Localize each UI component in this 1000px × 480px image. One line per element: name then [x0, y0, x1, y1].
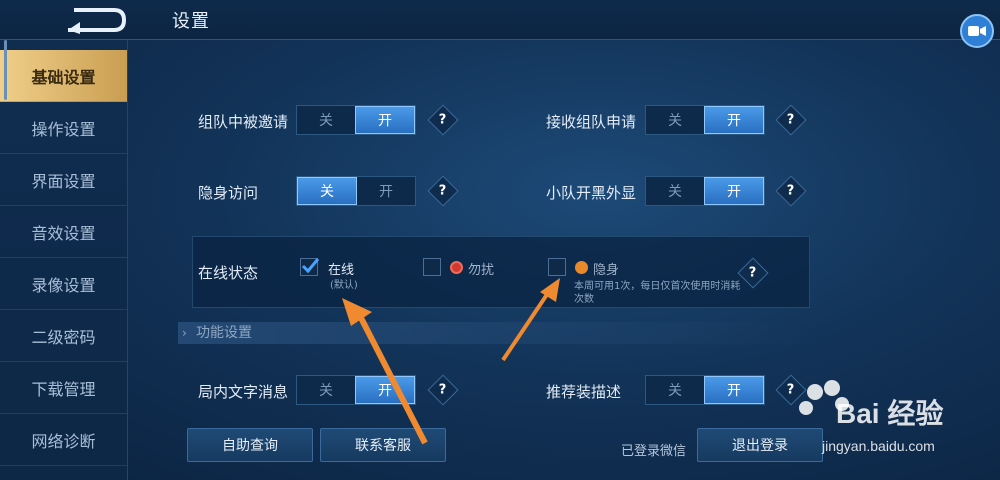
sidebar: 基础设置 操作设置 界面设置 音效设置 录像设置 二级密码 下载管理 网络诊断	[0, 40, 128, 480]
online-status-label: 在线状态	[198, 264, 259, 282]
sidebar-item-secondary-password[interactable]: 二级密码	[0, 310, 127, 362]
toggle-off[interactable]: 关	[297, 376, 355, 404]
help-icon[interactable]: ?	[775, 175, 807, 207]
in-game-text-toggle[interactable]: 关 开	[296, 375, 416, 405]
video-camera-icon	[968, 26, 986, 36]
do-not-disturb-label[interactable]: 勿扰	[468, 259, 494, 278]
sidebar-item-basic[interactable]: 基础设置	[0, 50, 127, 102]
squad-display-toggle[interactable]: 关 开	[645, 176, 765, 206]
toggle-off[interactable]: 关	[646, 177, 704, 205]
top-bar: 设置	[0, 0, 1000, 40]
wechat-login-status: 已登录微信	[621, 444, 687, 459]
squad-display-label: 小队开黑外显	[546, 184, 637, 202]
toggle-on[interactable]: 开	[704, 177, 764, 205]
invisible-label[interactable]: 隐身	[593, 259, 619, 278]
sidebar-item-recording[interactable]: 录像设置	[0, 258, 127, 310]
toggle-off[interactable]: 关	[646, 376, 704, 404]
help-icon[interactable]: ?	[427, 175, 459, 207]
online-checkbox[interactable]	[300, 258, 319, 276]
chevron-right-icon: ›	[182, 326, 187, 340]
team-invite-toggle[interactable]: 关 开	[296, 105, 416, 135]
sidebar-item-network-diagnosis[interactable]: 网络诊断	[0, 414, 127, 466]
online-option-label[interactable]: 在线	[328, 259, 354, 278]
toggle-off[interactable]: 关	[297, 177, 357, 205]
help-icon[interactable]: ?	[427, 374, 459, 406]
contact-support-button[interactable]: 联系客服	[320, 428, 446, 462]
toggle-on[interactable]: 开	[704, 376, 764, 404]
toggle-on[interactable]: 开	[355, 376, 415, 404]
watermark-brand: Bai 经验	[836, 398, 944, 429]
page-title: 设置	[172, 11, 210, 32]
stealth-visit-label: 隐身访问	[198, 184, 259, 202]
sidebar-item-controls[interactable]: 操作设置	[0, 102, 127, 154]
sidebar-item-interface[interactable]: 界面设置	[0, 154, 127, 206]
recommend-gear-toggle[interactable]: 关 开	[645, 375, 765, 405]
watermark-url: jingyan.baidu.com	[822, 438, 935, 454]
help-icon[interactable]: ?	[427, 104, 459, 136]
online-default-note: (默认)	[330, 280, 358, 291]
in-game-text-label: 局内文字消息	[198, 383, 289, 401]
record-video-button[interactable]	[960, 14, 994, 48]
team-apply-label: 接收组队申请	[546, 113, 637, 131]
back-arrow-icon[interactable]	[60, 4, 130, 36]
toggle-off[interactable]: 关	[646, 106, 704, 134]
feature-settings-section: 功能设置	[178, 322, 818, 344]
self-query-button[interactable]: 自助查询	[187, 428, 313, 462]
toggle-off[interactable]: 关	[297, 106, 355, 134]
invisible-checkbox[interactable]	[548, 258, 566, 276]
invisible-status-icon	[575, 261, 588, 274]
stealth-visit-toggle[interactable]: 关 开	[296, 176, 416, 206]
team-apply-toggle[interactable]: 关 开	[645, 105, 765, 135]
invisible-usage-note: 本周可用1次，每日仅首次使用时消耗次数	[574, 281, 741, 305]
sidebar-scroll-indicator	[4, 40, 7, 100]
sidebar-item-downloads[interactable]: 下载管理	[0, 362, 127, 414]
no-entry-icon	[450, 261, 463, 274]
help-icon[interactable]: ?	[775, 104, 807, 136]
toggle-on[interactable]: 开	[357, 177, 415, 205]
toggle-on[interactable]: 开	[704, 106, 764, 134]
toggle-on[interactable]: 开	[355, 106, 415, 134]
recommend-gear-label: 推荐装描述	[546, 383, 622, 401]
team-invite-label: 组队中被邀请	[198, 113, 289, 131]
checkmark-icon	[301, 258, 319, 274]
do-not-disturb-checkbox[interactable]	[423, 258, 441, 276]
sidebar-item-sound[interactable]: 音效设置	[0, 206, 127, 258]
